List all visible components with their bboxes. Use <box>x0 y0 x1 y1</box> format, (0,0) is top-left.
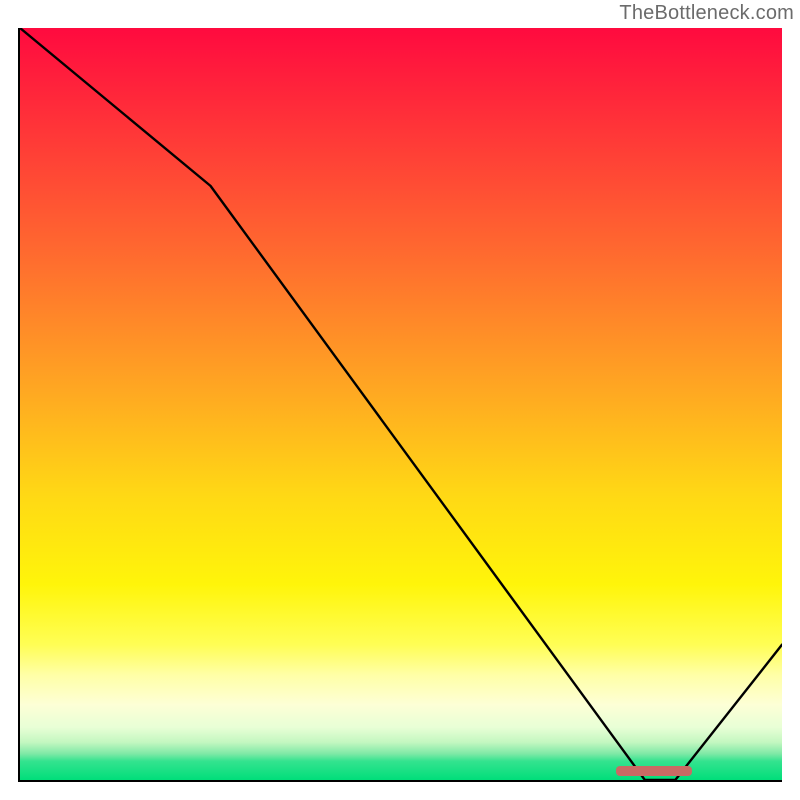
chart-container: TheBottleneck.com <box>0 0 800 800</box>
watermark-text: TheBottleneck.com <box>619 2 794 25</box>
plot-area <box>18 28 782 782</box>
bottom-marker <box>616 766 692 776</box>
curve-path <box>20 28 782 780</box>
line-overlay <box>20 28 782 780</box>
